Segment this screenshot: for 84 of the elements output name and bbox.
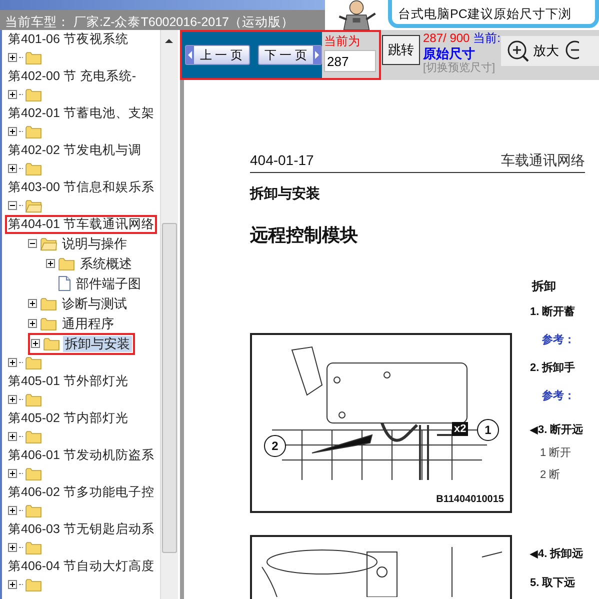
folder-icon xyxy=(25,578,42,592)
current-size-label: 当前: xyxy=(473,31,500,45)
tree-item[interactable]: 第405-01 节外部灯光 xyxy=(5,372,132,391)
open-folder-icon xyxy=(25,198,42,213)
folder-icon xyxy=(25,466,42,481)
expand-icon[interactable] xyxy=(8,53,17,62)
quantity-label: x2 xyxy=(452,422,468,436)
expand-icon[interactable] xyxy=(31,339,40,348)
expand-icon[interactable] xyxy=(28,299,37,308)
expand-icon[interactable] xyxy=(8,543,17,552)
expand-icon[interactable] xyxy=(8,164,17,174)
callout-number: 1 xyxy=(477,419,499,441)
folder-icon xyxy=(58,256,75,270)
folder-icon xyxy=(25,162,42,176)
expand-icon[interactable] xyxy=(8,90,17,100)
tree-item[interactable]: 第403-00 节信息和娱乐系 xyxy=(5,178,158,197)
folder-icon xyxy=(40,296,57,310)
tree-item[interactable]: 系统概述 xyxy=(78,256,134,272)
previous-page-button[interactable]: 上 一 页 xyxy=(185,45,250,65)
folder-icon xyxy=(40,316,57,330)
tree-item[interactable]: 拆卸与安装 xyxy=(63,336,132,352)
folder-icon xyxy=(25,50,42,65)
expand-icon[interactable] xyxy=(8,358,17,368)
expand-icon[interactable] xyxy=(8,506,17,516)
procedure-step: ◀4. 拆卸远 xyxy=(530,547,584,562)
page-title: 远程控制模块 xyxy=(250,224,359,247)
folder-icon xyxy=(25,540,42,555)
expand-icon[interactable] xyxy=(8,580,17,590)
tip-text: 台式电脑PC建议原始尺寸下浏 xyxy=(398,7,572,21)
tree-item[interactable]: 第406-02 节多功能电子控 xyxy=(5,482,158,502)
zoom-in-icon xyxy=(507,40,529,62)
procedure-heading: 拆卸 xyxy=(532,278,557,295)
scrollbar[interactable] xyxy=(160,30,178,599)
procedure-step: 5. 取下远 xyxy=(530,576,584,590)
expand-icon[interactable] xyxy=(8,432,17,442)
tree-item[interactable]: 说明与操作 xyxy=(60,236,129,252)
tree-item[interactable]: 第404-01 节车载通讯网络 xyxy=(5,214,158,234)
tree-item[interactable]: 第402-00 节 充电系统- xyxy=(5,66,140,86)
folder-icon xyxy=(43,336,60,350)
tree-item[interactable]: 第406-01 节发动机防盗系 xyxy=(5,446,158,465)
tree-item[interactable]: 第406-03 节无钥匙启动系 xyxy=(5,520,158,539)
folder-icon xyxy=(25,430,42,444)
tree-item[interactable]: 第402-01 节蓄电池、支架 xyxy=(5,104,158,123)
page-input[interactable]: 287 xyxy=(324,50,376,72)
folder-icon xyxy=(25,504,42,518)
folder-icon xyxy=(25,356,42,370)
tree-item[interactable]: 第406-04 节自动大灯高度 xyxy=(5,556,158,576)
jump-button[interactable]: 跳转 xyxy=(382,35,420,65)
callout-number: 2 xyxy=(264,435,286,457)
size-mode: 原始尺寸 xyxy=(423,46,476,61)
tree-item[interactable]: 第402-02 节发电机与调 xyxy=(5,140,144,160)
document-icon xyxy=(58,276,71,291)
chapter-title: 车载通讯网络 xyxy=(501,151,585,170)
expand-icon[interactable] xyxy=(8,469,17,478)
collapse-icon[interactable] xyxy=(28,239,37,248)
procedure-step: 参考： xyxy=(530,389,584,403)
folder-icon xyxy=(25,392,42,407)
procedure-step: ◀3. 断开远 xyxy=(530,423,584,438)
current-page-label: 当前为 xyxy=(324,34,361,49)
page-number: 404-01-17 xyxy=(250,151,314,170)
folder-icon xyxy=(25,88,42,102)
expand-icon[interactable] xyxy=(8,127,17,136)
open-folder-icon xyxy=(40,236,57,250)
tree-item[interactable]: 诊断与测试 xyxy=(60,296,129,312)
tree-item[interactable]: 部件端子图 xyxy=(74,276,143,292)
tree-item[interactable]: 第405-02 节内部灯光 xyxy=(5,408,132,428)
expand-icon[interactable] xyxy=(8,395,17,404)
expand-icon[interactable] xyxy=(28,319,37,328)
page-count: 287/ 900 xyxy=(423,31,470,45)
tree-item[interactable]: 第401-06 节夜视系统 xyxy=(5,30,132,49)
tree-item[interactable]: 通用程序 xyxy=(60,316,116,332)
procedure-step: 2 断 xyxy=(530,468,584,482)
vehicle-title: 当前车型： 厂家:Z-众泰T6002016-2017（运动版） xyxy=(5,15,294,29)
zoom-out-icon[interactable] xyxy=(565,40,579,62)
collapse-icon[interactable] xyxy=(8,201,17,210)
procedure-step: 参考： xyxy=(530,333,584,347)
procedure-step: 1. 断开蓄 xyxy=(530,305,584,319)
procedure-step: 1 断开 xyxy=(530,446,584,460)
section-title: 拆卸与安装 xyxy=(250,184,321,203)
folder-icon xyxy=(25,124,42,139)
figure-code: B11404010015 xyxy=(436,493,504,507)
expand-icon[interactable] xyxy=(46,259,55,268)
procedure-step: 2. 拆卸手 xyxy=(530,361,584,375)
next-page-button[interactable]: 下 一 页 xyxy=(258,45,322,65)
